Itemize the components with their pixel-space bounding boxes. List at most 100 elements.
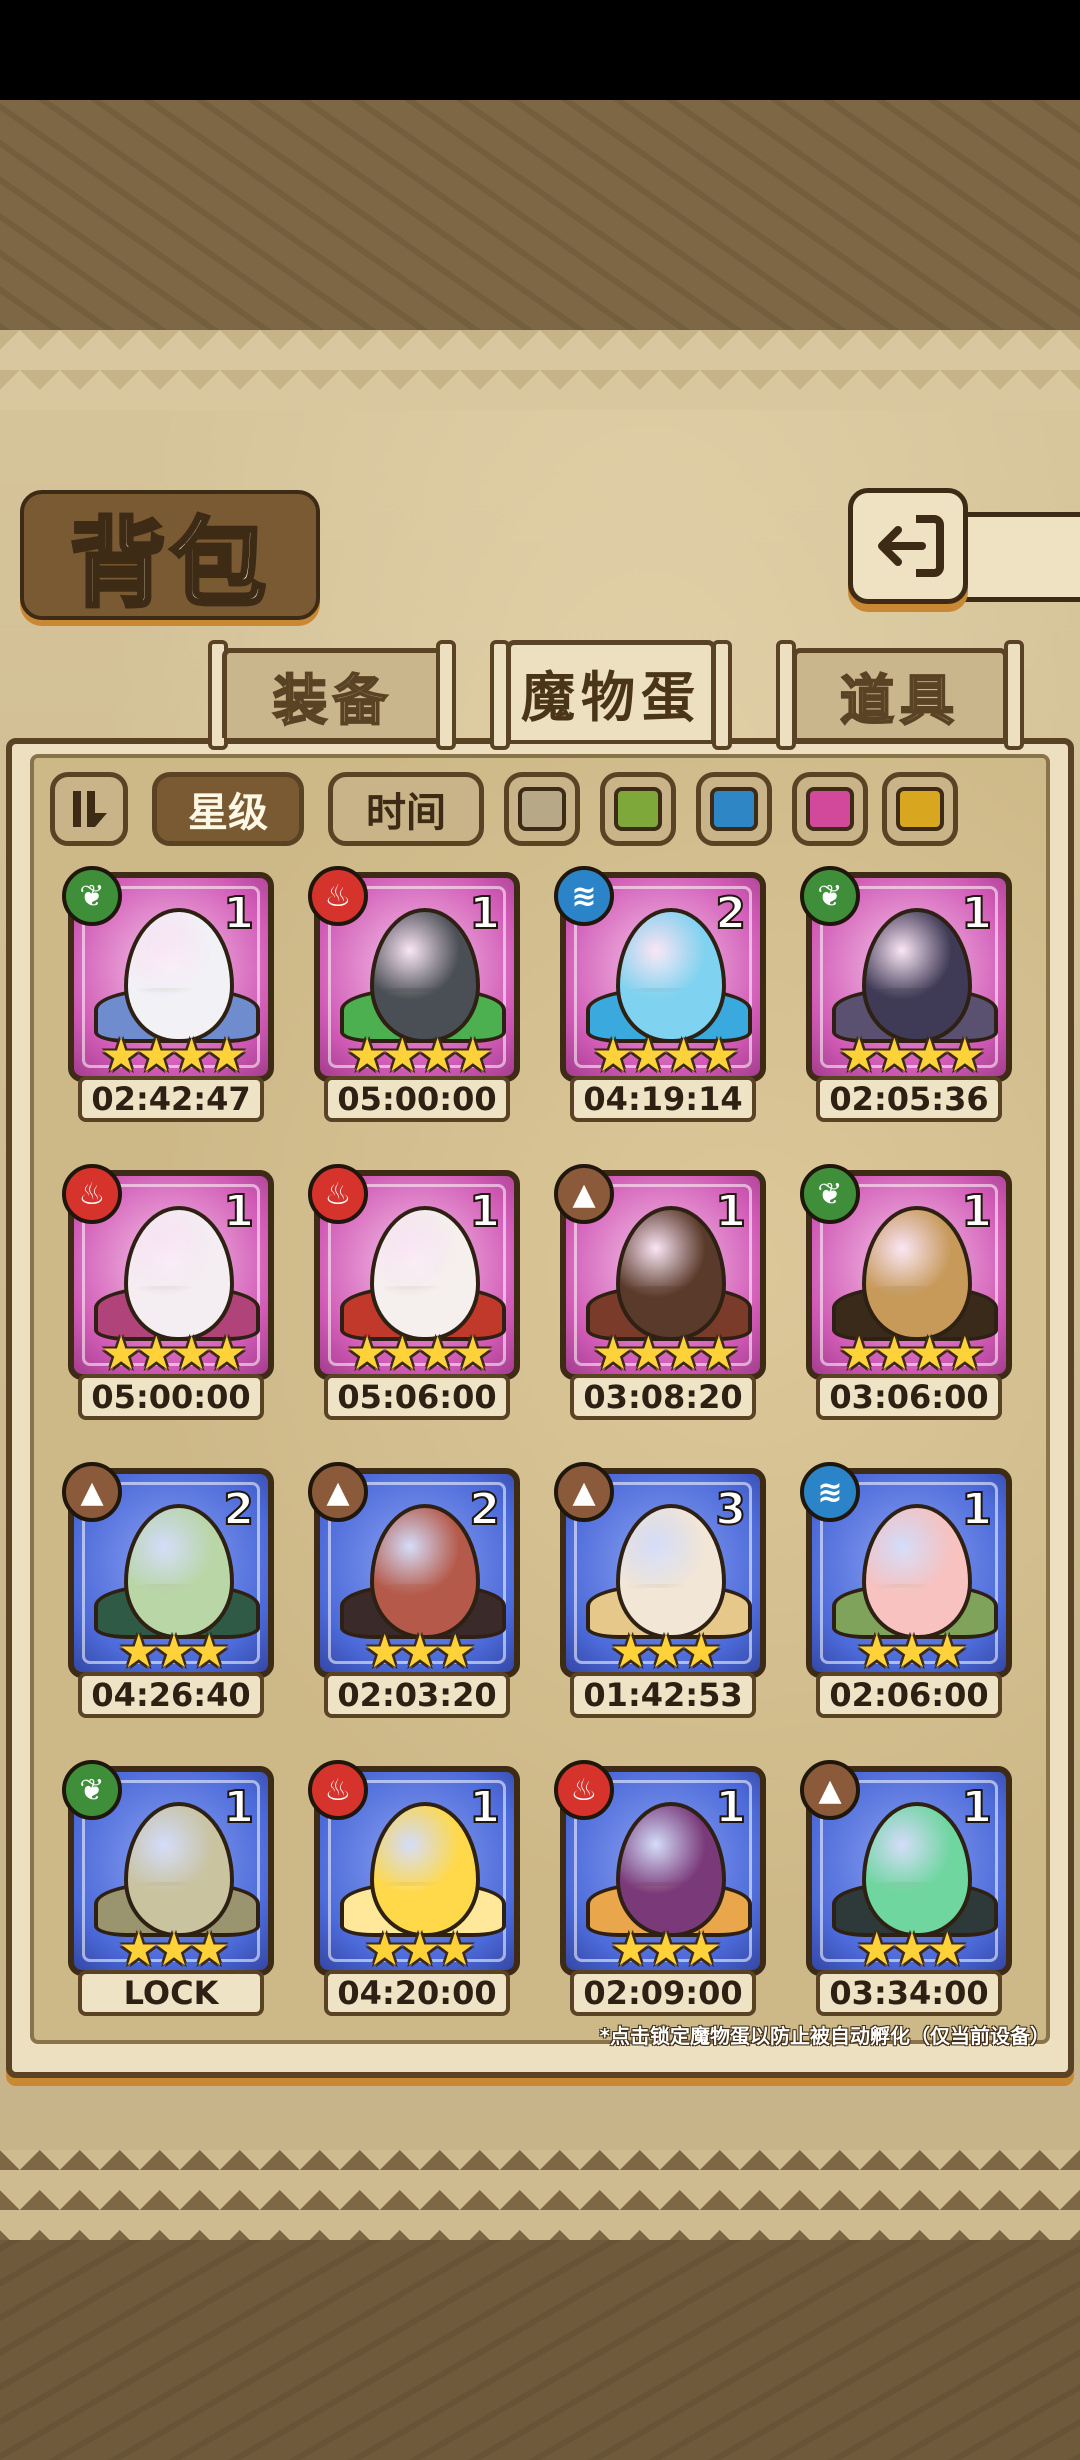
color-swatch-pink <box>806 787 854 831</box>
star-rating: ★★★★ <box>346 1028 494 1082</box>
egg-card[interactable]: 2 ★★★★ ≋ 04:19:14 <box>554 866 766 1132</box>
filter-color-green-button[interactable] <box>600 772 676 846</box>
color-swatch-green <box>614 787 662 831</box>
hatch-timer: LOCK <box>78 1970 264 2016</box>
egg-count: 2 <box>222 1483 255 1536</box>
star-rating: ★★★ <box>856 1624 968 1678</box>
element-water-icon: ≋ <box>554 866 614 926</box>
hatch-timer: 02:42:47 <box>78 1076 264 1122</box>
egg-card[interactable]: 2 ★★★ ▲ 04:26:40 <box>62 1462 274 1728</box>
tab-monster-eggs-label: 魔物蛋 <box>521 665 701 729</box>
egg-count: 1 <box>468 887 501 940</box>
element-earth-icon: ▲ <box>800 1760 860 1820</box>
star-rating: ★★★★ <box>346 1326 494 1380</box>
egg-count: 2 <box>468 1483 501 1536</box>
hatch-timer: 02:06:00 <box>816 1672 1002 1718</box>
hatch-timer: 03:08:20 <box>570 1374 756 1420</box>
star-rating: ★★★★ <box>592 1326 740 1380</box>
element-water-icon: ≋ <box>800 1462 860 1522</box>
egg-card[interactable]: 1 ★★★ ❦ LOCK <box>62 1760 274 2026</box>
star-rating: ★★★★ <box>100 1028 248 1082</box>
egg-card[interactable]: 2 ★★★ ▲ 02:03:20 <box>308 1462 520 1728</box>
element-fire-icon: ♨ <box>308 866 368 926</box>
filter-color-blue-button[interactable] <box>696 772 772 846</box>
star-rating: ★★★★ <box>838 1326 986 1380</box>
egg-count: 1 <box>222 887 255 940</box>
element-grass-icon: ❦ <box>800 866 860 926</box>
egg-count: 1 <box>714 1781 747 1834</box>
egg-card[interactable]: 1 ★★★★ ♨ 05:00:00 <box>62 1164 274 1430</box>
back-button[interactable] <box>848 488 968 604</box>
egg-card[interactable]: 1 ★★★★ ❦ 02:42:47 <box>62 866 274 1132</box>
egg-count: 1 <box>714 1185 747 1238</box>
egg-card[interactable]: 1 ★★★ ≋ 02:06:00 <box>800 1462 1012 1728</box>
egg-card[interactable]: 1 ★★★★ ♨ 05:00:00 <box>308 866 520 1132</box>
tab-post <box>712 640 732 750</box>
star-rating: ★★★★ <box>592 1028 740 1082</box>
egg-count: 1 <box>468 1781 501 1834</box>
star-rating: ★★★ <box>610 1624 722 1678</box>
hatch-timer: 03:06:00 <box>816 1374 1002 1420</box>
sort-order-toggle-button[interactable] <box>50 772 128 846</box>
filter-color-gray-button[interactable] <box>504 772 580 846</box>
star-rating: ★★★ <box>364 1624 476 1678</box>
zigzag-border-bottom <box>0 2150 1080 2240</box>
element-fire-icon: ♨ <box>308 1164 368 1224</box>
tab-equipment[interactable]: 装备 <box>222 648 444 738</box>
egg-count: 1 <box>222 1185 255 1238</box>
filter-color-gold-button[interactable] <box>882 772 958 846</box>
egg-count: 1 <box>960 1185 993 1238</box>
hatch-timer: 01:42:53 <box>570 1672 756 1718</box>
element-earth-icon: ▲ <box>62 1462 122 1522</box>
egg-count: 1 <box>960 1483 993 1536</box>
egg-count: 1 <box>960 887 993 940</box>
back-arrow-icon <box>878 515 944 577</box>
hatch-timer: 04:26:40 <box>78 1672 264 1718</box>
egg-card[interactable]: 1 ★★★★ ❦ 02:05:36 <box>800 866 1012 1132</box>
tab-items-label: 道具 <box>839 667 960 733</box>
egg-card[interactable]: 1 ★★★ ▲ 03:34:00 <box>800 1760 1012 2026</box>
status-bar-area <box>0 0 1080 100</box>
zigzag-border-top <box>0 330 1080 410</box>
star-rating: ★★★ <box>118 1922 230 1976</box>
egg-card[interactable]: 1 ★★★★ ❦ 03:06:00 <box>800 1164 1012 1430</box>
tab-monster-eggs[interactable]: 魔物蛋 <box>506 640 716 740</box>
egg-count: 1 <box>960 1781 993 1834</box>
page-title-plate: 背包 <box>20 490 320 622</box>
egg-card[interactable]: 1 ★★★★ ♨ 05:06:00 <box>308 1164 520 1430</box>
star-rating: ★★★★ <box>838 1028 986 1082</box>
element-earth-icon: ▲ <box>554 1462 614 1522</box>
egg-count: 2 <box>714 887 747 940</box>
sort-by-star-button[interactable]: 星级 <box>152 772 304 846</box>
tab-items[interactable]: 道具 <box>792 648 1008 738</box>
sort-by-time-button[interactable]: 时间 <box>328 772 484 846</box>
star-rating: ★★★ <box>118 1624 230 1678</box>
sort-by-time-label: 时间 <box>366 790 446 836</box>
lock-hint-footnote: *点击锁定魔物蛋以防止被自动孵化（仅当前设备） <box>599 2024 1050 2048</box>
egg-count: 3 <box>714 1483 747 1536</box>
sort-toggle-icon <box>73 791 107 827</box>
color-swatch-blue <box>710 787 758 831</box>
element-grass-icon: ❦ <box>62 1760 122 1820</box>
element-fire-icon: ♨ <box>554 1760 614 1820</box>
map-band-top <box>0 100 1080 330</box>
egg-card[interactable]: 1 ★★★★ ▲ 03:08:20 <box>554 1164 766 1430</box>
star-rating: ★★★ <box>610 1922 722 1976</box>
egg-count: 1 <box>468 1185 501 1238</box>
tab-equipment-label: 装备 <box>272 667 393 733</box>
egg-card[interactable]: 3 ★★★ ▲ 01:42:53 <box>554 1462 766 1728</box>
egg-count: 1 <box>222 1781 255 1834</box>
egg-card[interactable]: 1 ★★★ ♨ 02:09:00 <box>554 1760 766 2026</box>
hatch-timer: 05:00:00 <box>78 1374 264 1420</box>
tab-post <box>1004 640 1024 750</box>
sort-by-star-label: 星级 <box>188 790 268 836</box>
hatch-timer: 02:05:36 <box>816 1076 1002 1122</box>
hatch-timer: 02:09:00 <box>570 1970 756 2016</box>
egg-card[interactable]: 1 ★★★ ♨ 04:20:00 <box>308 1760 520 2026</box>
hatch-timer: 03:34:00 <box>816 1970 1002 2016</box>
hatch-timer: 05:00:00 <box>324 1076 510 1122</box>
filter-color-pink-button[interactable] <box>792 772 868 846</box>
element-fire-icon: ♨ <box>62 1164 122 1224</box>
hatch-timer: 02:03:20 <box>324 1672 510 1718</box>
hatch-timer: 04:19:14 <box>570 1076 756 1122</box>
